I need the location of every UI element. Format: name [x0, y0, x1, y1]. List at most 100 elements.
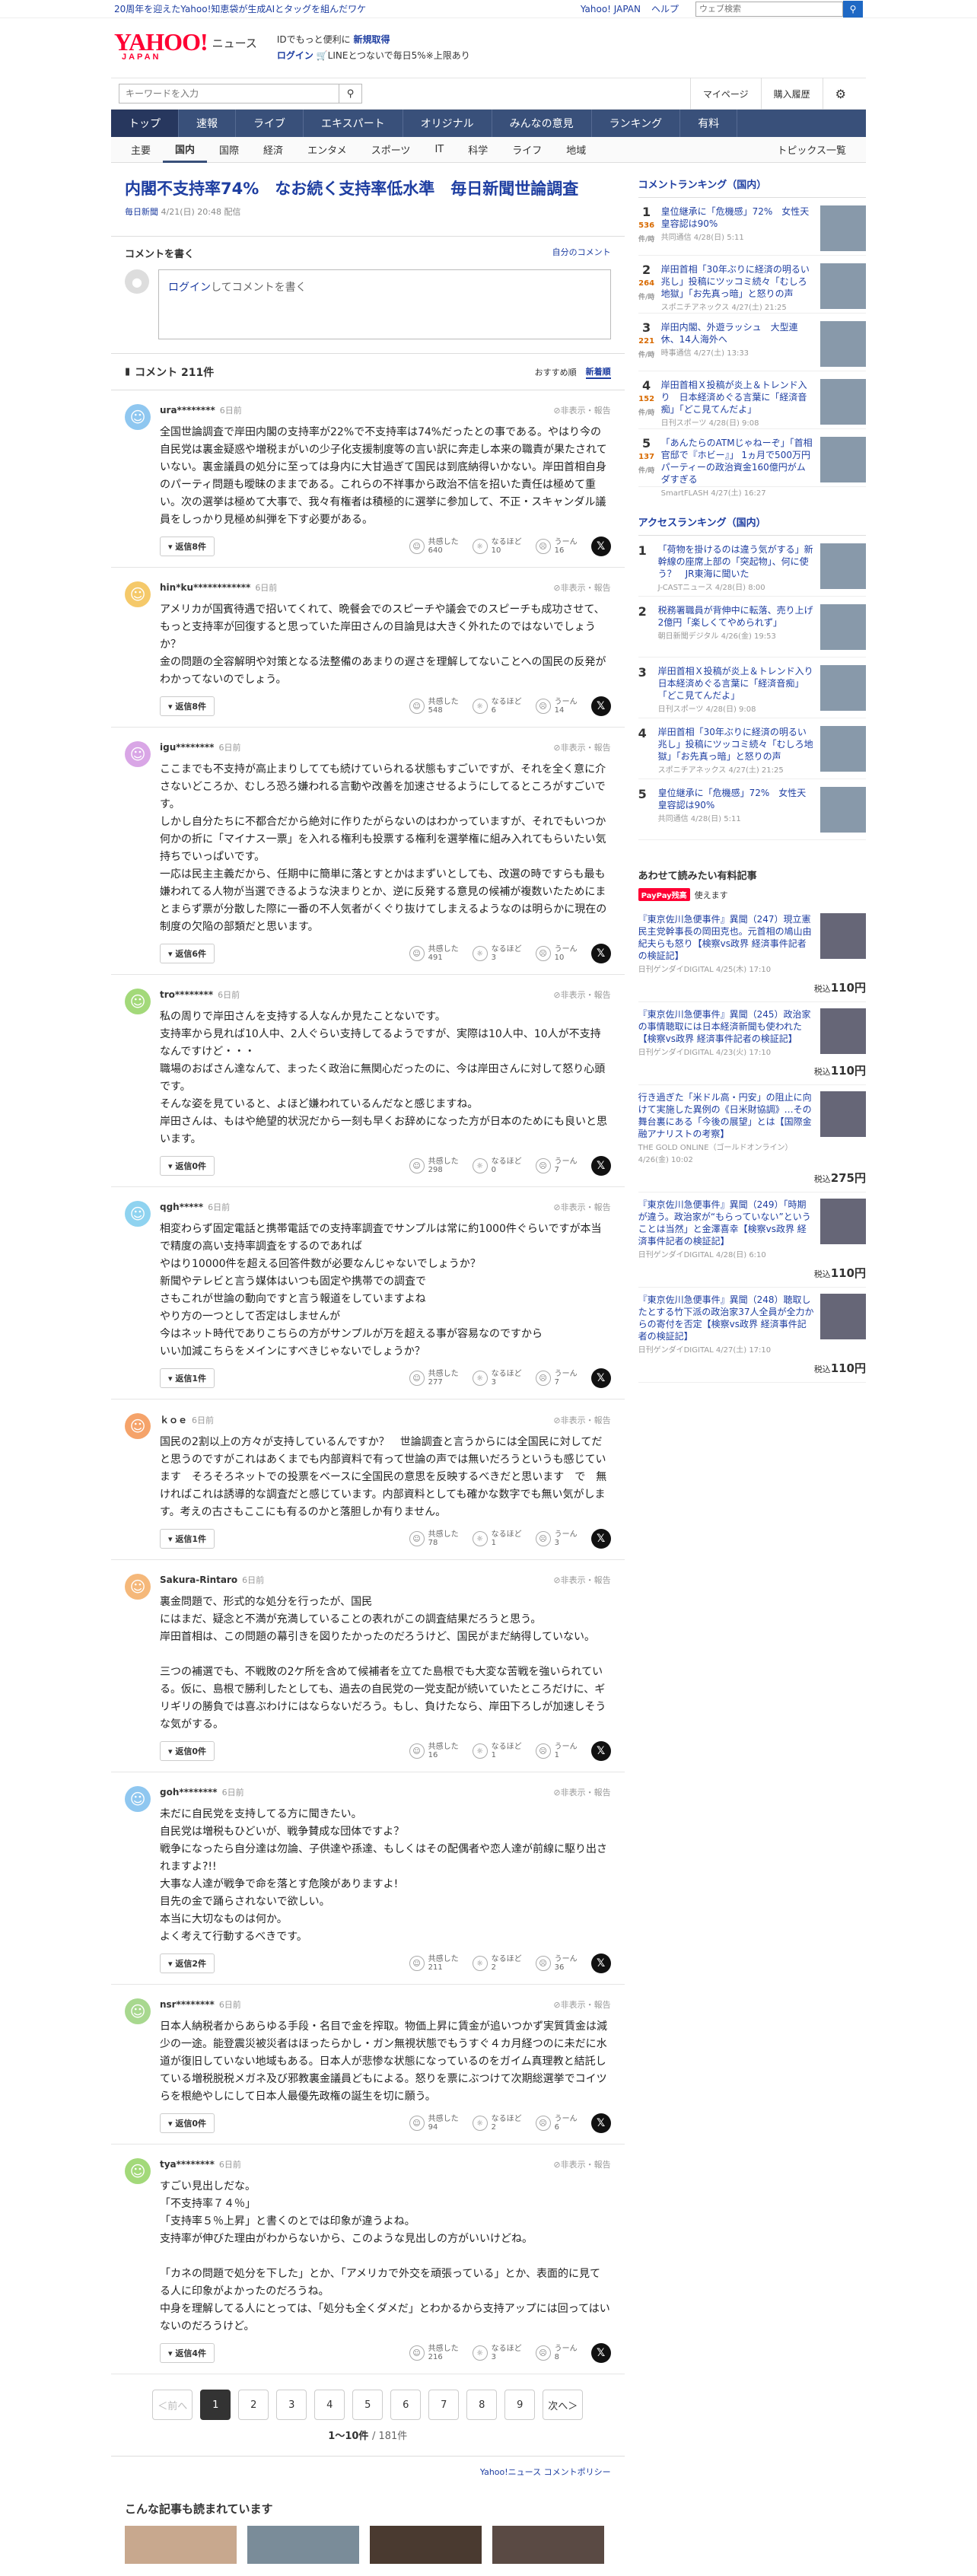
replies-button[interactable]: ▾ 返信1件 — [160, 1368, 215, 1388]
access-link[interactable]: 皇位継承に「危機感」72% 女性天皇容認は90% — [658, 788, 807, 810]
comment-user[interactable]: ｋｏｅ — [160, 1413, 187, 1426]
page-6[interactable]: 6 — [390, 2390, 422, 2420]
replies-button[interactable]: ▾ 返信0件 — [160, 2113, 215, 2133]
empathy-button[interactable]: ☺ 共感した 216 — [409, 2345, 459, 2361]
access-item[interactable]: 5 皇位継承に「危機感」72% 女性天皇容認は90% 共同通信 4/28(日) 5… — [638, 779, 866, 840]
page-4[interactable]: 4 — [314, 2390, 345, 2420]
yahoo-logo[interactable]: YAHOO! JAPAN — [114, 30, 208, 78]
report-button[interactable]: ⊘非表示・報告 — [553, 989, 610, 1001]
paid-article-link[interactable]: 『東京佐川急便事件』異聞（245）政治家の事情聴取には日本経済新聞も使われた【検… — [638, 1009, 811, 1044]
naruhodo-button[interactable]: ☼ なるほど 1 — [472, 1530, 522, 1547]
naruhodo-button[interactable]: ☼ なるほど 3 — [472, 1370, 522, 1387]
x-share-icon[interactable]: 𝕏 — [590, 1741, 611, 1761]
empathy-button[interactable]: ☺ 共感した 491 — [409, 945, 459, 962]
ranking-link[interactable]: 岸田内閣、外遊ラッシュ 大型連休、14人海外へ — [661, 322, 798, 345]
paid-article-link[interactable]: 行き過ぎた「米ドル高・円安」の阻止に向けて実施した異例の《日米財協調》…その舞台… — [638, 1092, 812, 1139]
login-link[interactable]: ログイン — [277, 50, 313, 61]
comment-input[interactable]: ログインしてコメントを書く — [158, 269, 611, 339]
report-button[interactable]: ⊘非表示・報告 — [553, 1414, 610, 1426]
report-button[interactable]: ⊘非表示・報告 — [553, 1786, 610, 1798]
nav-expert[interactable]: エキスパート — [304, 110, 403, 137]
paid-article-link[interactable]: 『東京佐川急便事件』異聞（248）聴取したとする竹下派の政治家37人全員が全力か… — [638, 1294, 814, 1342]
topics-list-link[interactable]: トピックス一覧 — [765, 137, 858, 163]
comment-policy-link[interactable]: Yahoo!ニュース コメントポリシー — [480, 2467, 611, 2477]
nav-ranking[interactable]: ランキング — [592, 110, 681, 137]
report-button[interactable]: ⊘非表示・報告 — [553, 1201, 610, 1213]
yahoo-japan-link[interactable]: Yahoo! JAPAN — [581, 4, 641, 14]
tab-sports[interactable]: スポーツ — [359, 137, 423, 163]
page-3[interactable]: 3 — [276, 2390, 307, 2420]
ranking-link[interactable]: 「あんたらのATMじゃねーぞ」「首相官邸で『ホビー』」 1ヵ月で500万円パーテ… — [661, 438, 813, 485]
replies-button[interactable]: ▾ 返信8件 — [160, 537, 215, 556]
paid-article-link[interactable]: 『東京佐川急便事件』異聞（249）「時期が違う。政治家が“もらっていない”という… — [638, 1199, 811, 1247]
uun-button[interactable]: ☹ うーん 1 — [535, 1743, 578, 1759]
x-share-icon[interactable]: 𝕏 — [590, 2343, 611, 2363]
page-5[interactable]: 5 — [352, 2390, 383, 2420]
next-page-button[interactable]: 次へ＞ — [543, 2390, 584, 2420]
x-share-icon[interactable]: 𝕏 — [590, 1156, 611, 1176]
page-2[interactable]: 2 — [238, 2390, 269, 2420]
register-link[interactable]: 新規取得 — [353, 34, 390, 45]
ranking-link[interactable]: 岸田首相Ｘ投稿が炎上＆トレンド入り 日本経済めぐる言葉に「経済音痴」「どこ見てん… — [661, 380, 807, 415]
tab-local[interactable]: 地域 — [554, 137, 598, 163]
x-share-icon[interactable]: 𝕏 — [590, 537, 611, 556]
uun-button[interactable]: ☹ うーん 3 — [535, 1530, 578, 1547]
access-item[interactable]: 1 「荷物を掛けるのは違う気がする」新幹線の座席上部の「突起物」、何に使う？ J… — [638, 536, 866, 597]
paid-article-link[interactable]: 『東京佐川急便事件』異聞（247）現立憲民主党幹事長の岡田克也。元首相の鳩山由紀… — [638, 914, 812, 961]
page-9[interactable]: 9 — [504, 2390, 536, 2420]
ranking-item[interactable]: 4 152 件/時 岸田首相Ｘ投稿が炎上＆トレンド入り 日本経済めぐる言葉に「経済音… — [638, 371, 866, 429]
naruhodo-button[interactable]: ☼ なるほど 3 — [472, 945, 522, 962]
prev-page-button[interactable]: ＜前へ — [152, 2390, 193, 2420]
empathy-button[interactable]: ☺ 共感した 94 — [409, 2115, 459, 2132]
nav-original[interactable]: オリジナル — [403, 110, 492, 137]
recommended-thumbnail[interactable] — [247, 2526, 359, 2564]
empathy-button[interactable]: ☺ 共感した 16 — [409, 1743, 459, 1759]
sort-recommended[interactable]: おすすめ順 — [535, 366, 577, 378]
replies-button[interactable]: ▾ 返信8件 — [160, 696, 215, 716]
news-search-button[interactable]: ⚲ — [339, 84, 362, 103]
replies-button[interactable]: ▾ 返信6件 — [160, 944, 215, 963]
tab-science[interactable]: 科学 — [456, 137, 500, 163]
my-comments-link[interactable]: 自分のコメント — [552, 246, 611, 260]
replies-button[interactable]: ▾ 返信4件 — [160, 2343, 215, 2363]
recommended-thumbnail[interactable] — [492, 2526, 604, 2564]
ranking-link[interactable]: 皇位継承に「危機感」72% 女性天皇容認は90% — [661, 206, 810, 229]
paid-article-item[interactable]: 『東京佐川急便事件』異聞（247）現立憲民主党幹事長の岡田克也。元首相の鳩山由紀… — [638, 907, 866, 1002]
naruhodo-button[interactable]: ☼ なるほど 6 — [472, 698, 522, 715]
recommended-thumbnail[interactable] — [370, 2526, 482, 2564]
empathy-button[interactable]: ☺ 共感した 548 — [409, 698, 459, 715]
report-button[interactable]: ⊘非表示・報告 — [553, 404, 610, 416]
tab-entertainment[interactable]: エンタメ — [295, 137, 359, 163]
compose-login-link[interactable]: ログイン — [168, 282, 211, 294]
x-share-icon[interactable]: 𝕏 — [590, 1529, 611, 1549]
uun-button[interactable]: ☹ うーん 8 — [535, 2345, 578, 2361]
x-share-icon[interactable]: 𝕏 — [590, 1368, 611, 1388]
report-button[interactable]: ⊘非表示・報告 — [553, 2158, 610, 2170]
naruhodo-button[interactable]: ☼ なるほど 0 — [472, 1157, 522, 1174]
replies-button[interactable]: ▾ 返信2件 — [160, 1953, 215, 1973]
tab-domestic[interactable]: 国内 — [163, 137, 208, 163]
ranking-item[interactable]: 2 264 件/時 岸田首相「30年ぶりに経済の明るい兆し」投稿にツッコミ続々「むし… — [638, 256, 866, 314]
naruhodo-button[interactable]: ☼ なるほど 3 — [472, 2345, 522, 2361]
report-button[interactable]: ⊘非表示・報告 — [553, 581, 610, 594]
mypage-link[interactable]: マイページ — [689, 78, 761, 110]
x-share-icon[interactable]: 𝕏 — [590, 944, 611, 963]
paid-article-item[interactable]: 『東京佐川急便事件』異聞（248）聴取したとする竹下派の政治家37人全員が全力か… — [638, 1288, 866, 1383]
news-search-input[interactable] — [119, 84, 339, 103]
uun-button[interactable]: ☹ うーん 16 — [535, 538, 578, 555]
comment-user[interactable]: nsr******** — [160, 1999, 215, 2010]
sort-newest[interactable]: 新着順 — [585, 365, 611, 379]
nav-opinions[interactable]: みんなの意見 — [492, 110, 592, 137]
report-button[interactable]: ⊘非表示・報告 — [553, 1574, 610, 1586]
comment-user[interactable]: qgh***** — [160, 1202, 203, 1212]
ranking-item[interactable]: 5 137 件/時 「あんたらのATMじゃねーぞ」「首相官邸で『ホビー』」 1ヵ月で… — [638, 429, 866, 498]
empathy-button[interactable]: ☺ 共感した 298 — [409, 1157, 459, 1174]
empathy-button[interactable]: ☺ 共感した 277 — [409, 1370, 459, 1387]
nav-live[interactable]: ライブ — [236, 110, 304, 137]
web-search-input[interactable] — [695, 1, 843, 17]
naruhodo-button[interactable]: ☼ なるほど 1 — [472, 1743, 522, 1759]
site-name[interactable]: ニュース — [212, 35, 257, 78]
nav-breaking[interactable]: 速報 — [179, 110, 236, 137]
tab-main[interactable]: 主要 — [119, 137, 163, 163]
page-7[interactable]: 7 — [428, 2390, 460, 2420]
